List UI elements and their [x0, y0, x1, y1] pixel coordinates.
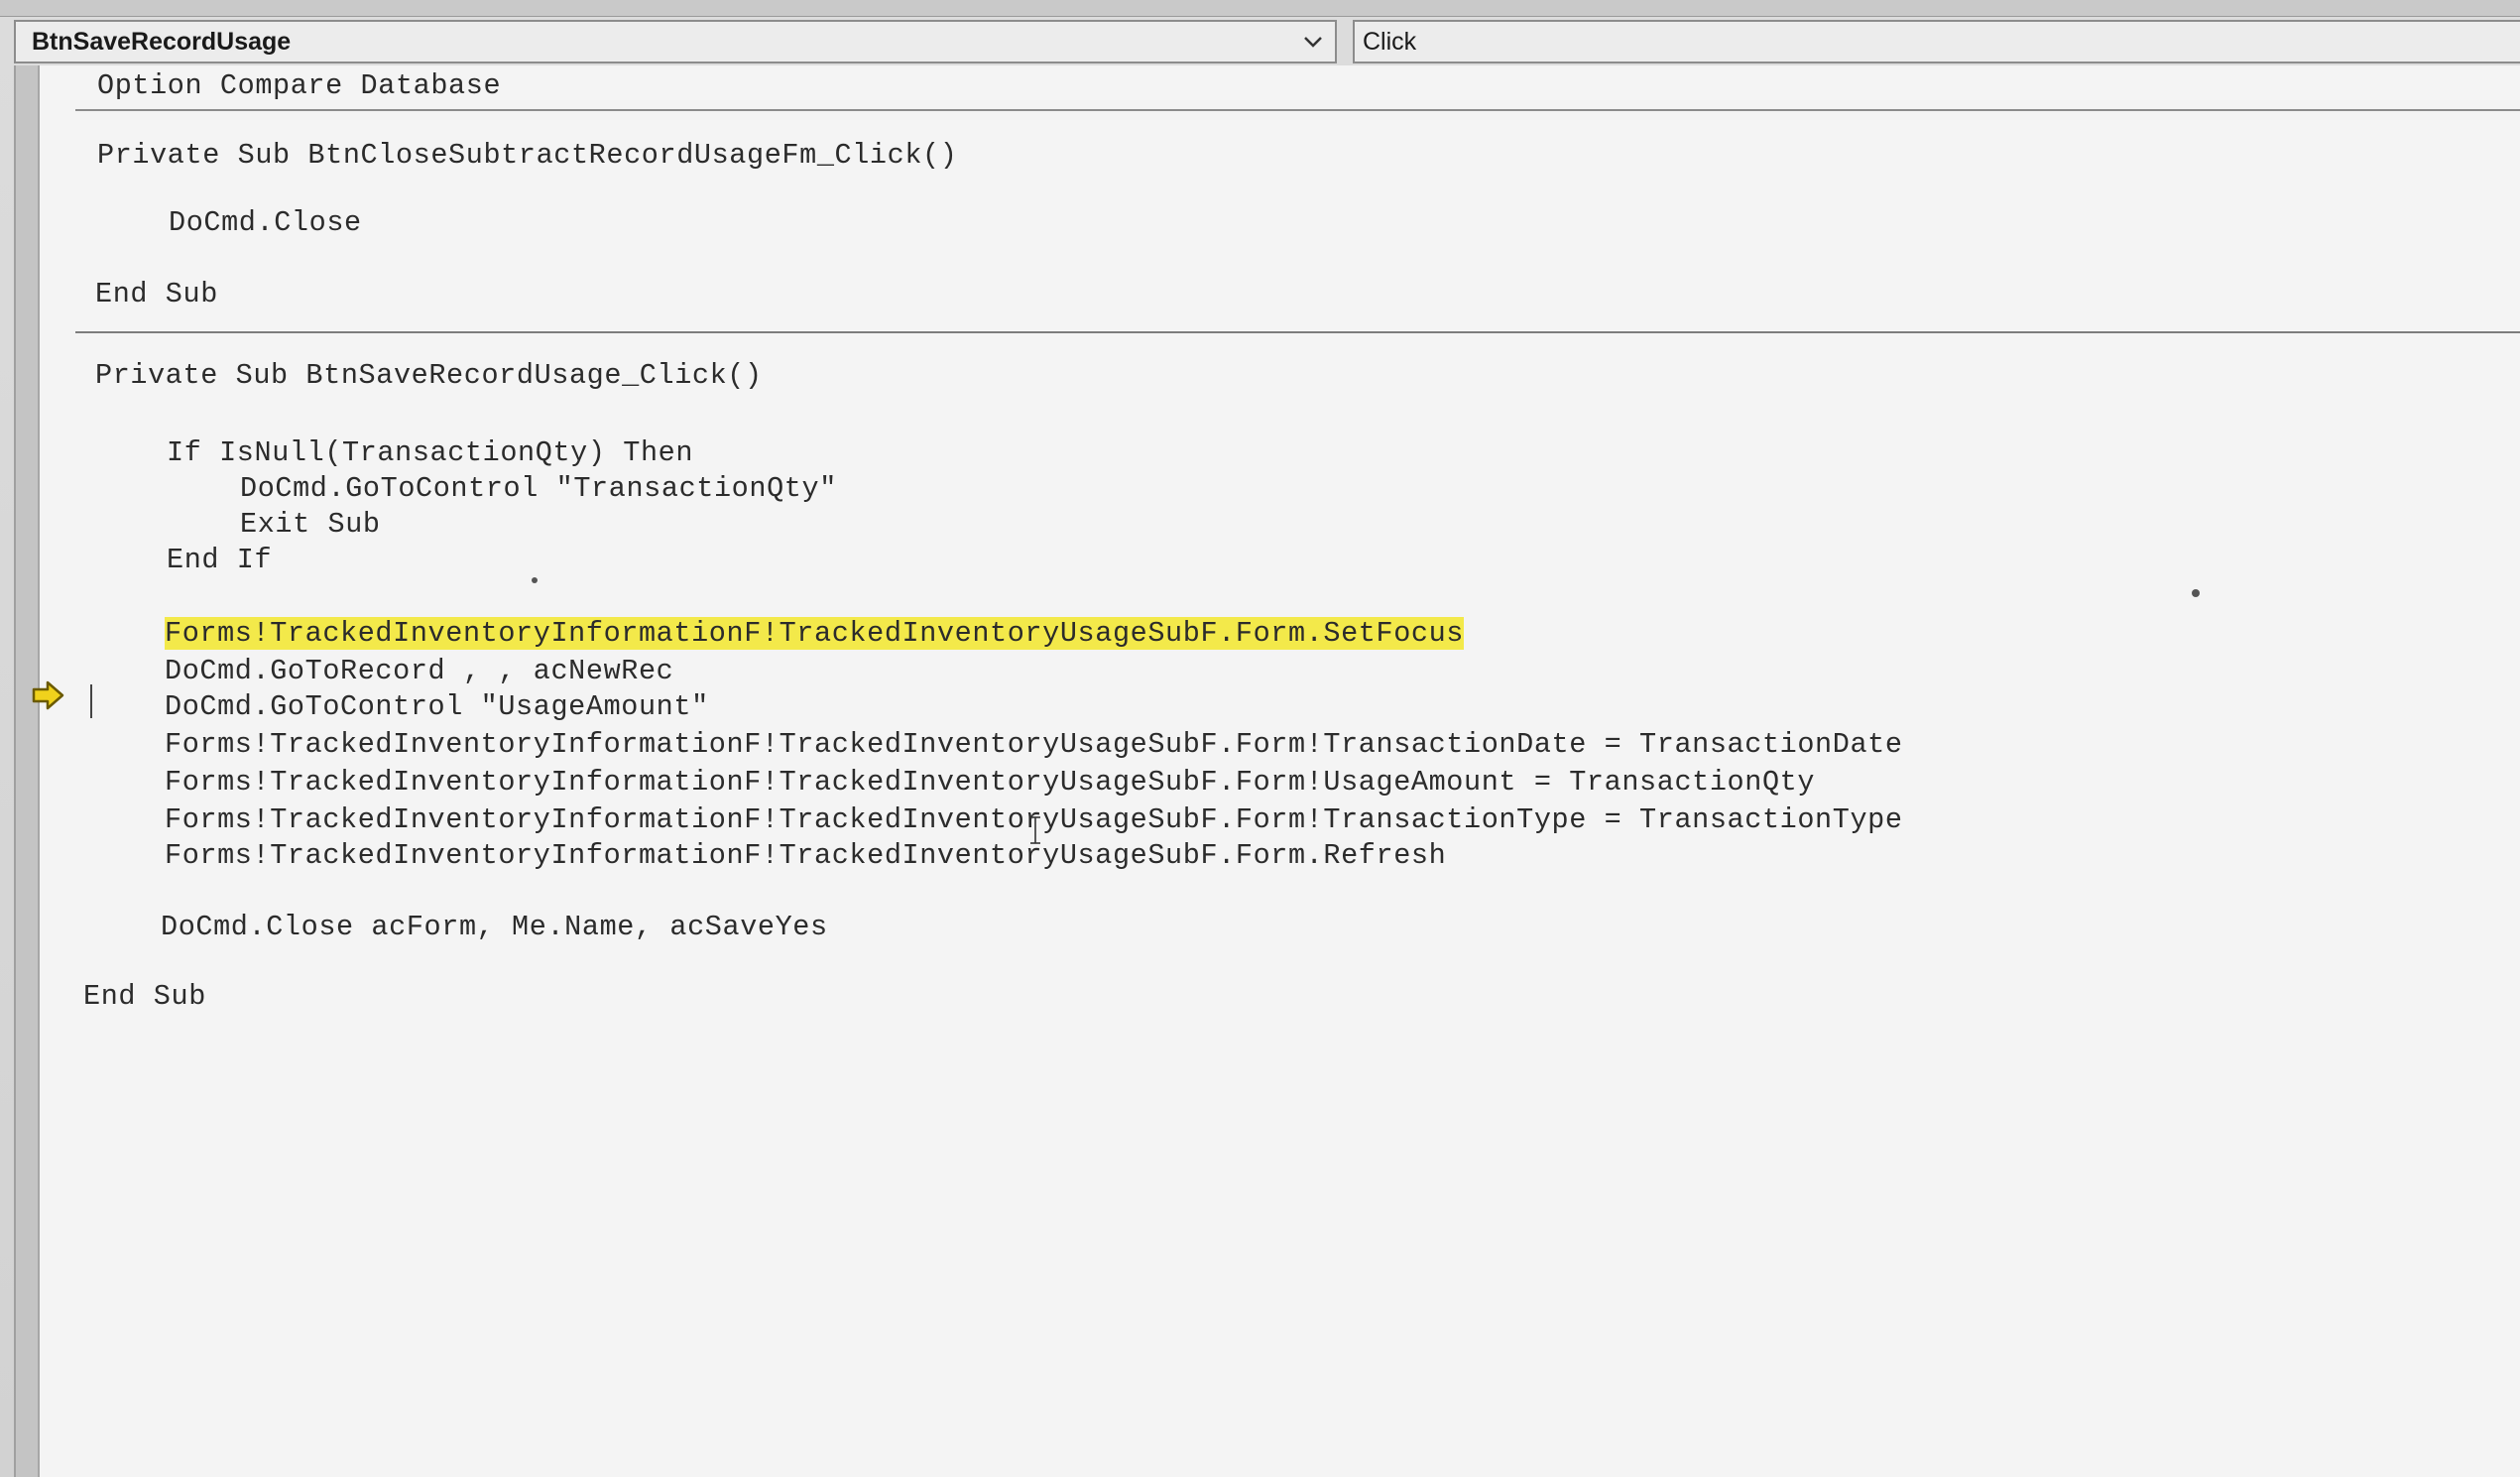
- code-pane[interactable]: Option Compare Database Private Sub BtnC…: [40, 65, 2520, 1477]
- chevron-down-icon[interactable]: [1291, 22, 1335, 62]
- screen-speck: [532, 577, 538, 583]
- margin-indicator-bar[interactable]: [16, 65, 40, 1477]
- code-line[interactable]: If IsNull(TransactionQty) Then: [167, 436, 693, 470]
- object-combo-value: BtnSaveRecordUsage: [32, 27, 292, 56]
- code-line[interactable]: Private Sub BtnCloseSubtractRecordUsageF…: [97, 139, 957, 173]
- object-combo[interactable]: BtnSaveRecordUsage: [14, 20, 1337, 63]
- code-line[interactable]: End Sub: [95, 278, 218, 311]
- text-caret: [90, 684, 92, 718]
- code-line[interactable]: Option Compare Database: [97, 69, 501, 103]
- code-line[interactable]: DoCmd.Close acForm, Me.Name, acSaveYes: [161, 911, 828, 944]
- code-line[interactable]: DoCmd.GoToRecord , , acNewRec: [165, 655, 673, 688]
- code-line-current-statement[interactable]: Forms!TrackedInventoryInformationF!Track…: [165, 617, 1465, 651]
- procedure-combo[interactable]: Click: [1353, 20, 2520, 63]
- declarations-separator: [75, 109, 2520, 111]
- ibeam-cursor-icon: [1030, 816, 1040, 844]
- procedure-separator: [75, 331, 2520, 333]
- vba-editor-window: BtnSaveRecordUsage Click Option Compare …: [0, 0, 2520, 1477]
- code-line[interactable]: DoCmd.GoToControl "TransactionQty": [240, 472, 837, 506]
- screen-speck: [2192, 589, 2200, 597]
- code-line[interactable]: Exit Sub: [240, 508, 381, 542]
- window-top-strip: [0, 0, 2520, 17]
- code-line[interactable]: End If: [167, 544, 272, 577]
- code-line[interactable]: DoCmd.Close: [169, 206, 362, 240]
- code-window[interactable]: Option Compare Database Private Sub BtnC…: [14, 65, 2520, 1477]
- execution-arrow-icon: [32, 680, 64, 710]
- code-line[interactable]: DoCmd.GoToControl "UsageAmount": [165, 690, 709, 724]
- code-line[interactable]: Private Sub BtnSaveRecordUsage_Click(): [95, 359, 763, 393]
- procedure-combo-value: Click: [1363, 27, 1417, 56]
- code-line[interactable]: Forms!TrackedInventoryInformationF!Track…: [165, 766, 1815, 800]
- code-line[interactable]: Forms!TrackedInventoryInformationF!Track…: [165, 839, 1446, 873]
- code-line[interactable]: Forms!TrackedInventoryInformationF!Track…: [165, 728, 1903, 762]
- code-line[interactable]: End Sub: [83, 980, 206, 1014]
- execution-highlight: Forms!TrackedInventoryInformationF!Track…: [165, 617, 1465, 650]
